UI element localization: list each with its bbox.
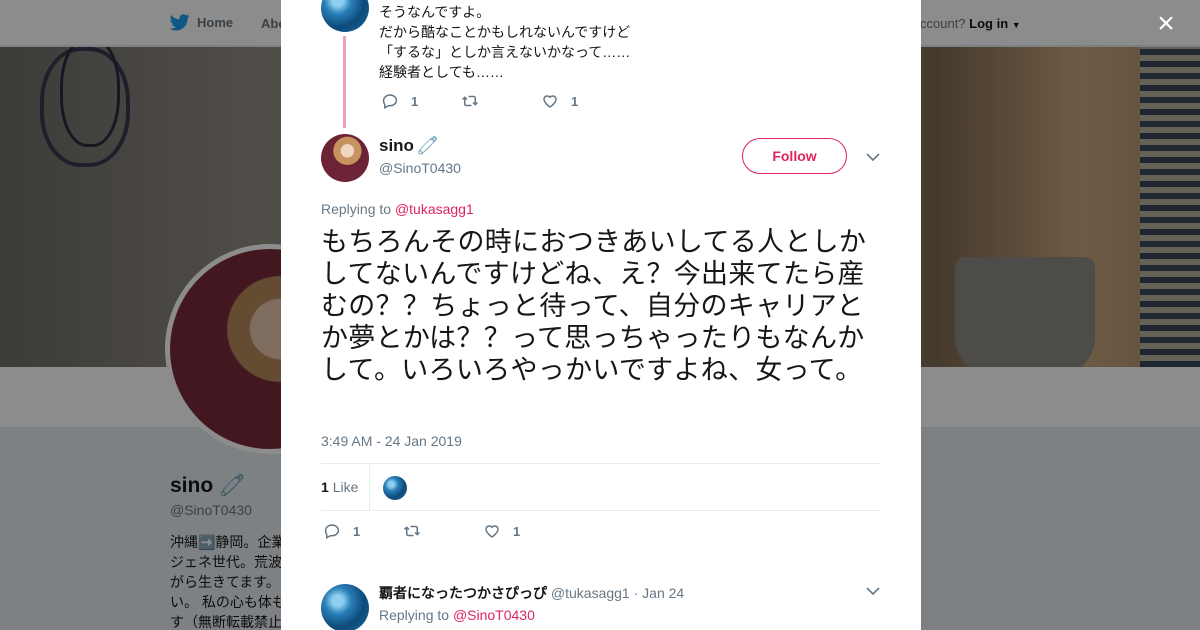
reply-count: 1 — [411, 93, 419, 109]
like-stat-label: Like — [332, 479, 359, 495]
previous-tweet-line: そうなんですよ。 — [379, 4, 491, 20]
tweet-text: もちろんその時におつきあいしてる人としかしてないんですけどね、え？今出来てたら産… — [321, 227, 867, 385]
chevron-down-icon[interactable] — [866, 152, 880, 162]
stats-divider — [369, 464, 370, 510]
tweet-timestamp[interactable]: 3:49 AM - 24 Jan 2019 — [321, 433, 462, 449]
reply-date[interactable]: · Jan 24 — [634, 585, 685, 601]
previous-tweet-line: 「するな」としか言えないかなって…… — [379, 44, 631, 60]
liker-avatar[interactable] — [383, 476, 407, 500]
previous-tweet-line: だから酷なことかもしれないんですけど — [379, 24, 631, 40]
heart-icon — [543, 95, 557, 108]
tweet-stats: 1 Like — [321, 463, 881, 511]
previous-tweet-line: 経験者としても…… — [379, 64, 504, 80]
thread-connector — [343, 36, 346, 128]
retweet-button[interactable] — [461, 92, 541, 110]
chevron-down-icon[interactable] — [866, 586, 880, 596]
replying-to-line: Replying to @tukasagg1 — [321, 201, 474, 217]
reply-author-name[interactable]: 覇者になったつかさぴっぴ — [379, 585, 547, 601]
reply-button[interactable]: 1 — [381, 92, 461, 110]
replying-to-prefix: Replying to — [379, 607, 450, 623]
replying-to-link[interactable]: @tukasagg1 — [395, 201, 474, 217]
like-stat-count: 1 — [321, 479, 329, 495]
reply-icon — [324, 524, 340, 540]
like-count: 1 — [513, 523, 521, 539]
like-count: 1 — [571, 93, 579, 109]
tweet-author-handle[interactable]: @SinoT0430 — [379, 160, 461, 176]
avatar[interactable] — [321, 584, 369, 630]
previous-tweet-text: そうなんですよ。 だから酷なことかもしれないんですけど 「するな」としか言えない… — [379, 2, 630, 82]
avatar[interactable] — [321, 134, 369, 182]
replying-to-link[interactable]: @SinoT0430 — [453, 607, 535, 623]
retweet-icon — [461, 95, 479, 107]
close-icon[interactable]: × — [1150, 8, 1182, 40]
main-tweet-actions: 1 1 — [323, 522, 563, 540]
reply-author-line: 覇者になったつかさぴっぴ @tukasagg1 · Jan 24 — [379, 583, 684, 603]
author-name-text: sino — [379, 136, 414, 155]
safety-pin-icon: 🧷 — [416, 136, 439, 155]
heart-icon — [485, 525, 499, 538]
avatar[interactable] — [321, 0, 369, 32]
replying-to-prefix: Replying to — [321, 201, 392, 217]
previous-tweet-actions: 1 1 — [381, 92, 621, 110]
like-button[interactable]: 1 — [483, 522, 563, 540]
reply-icon — [382, 94, 398, 110]
like-button[interactable]: 1 — [541, 92, 621, 110]
follow-button[interactable]: Follow — [742, 138, 847, 174]
retweet-icon — [403, 525, 421, 537]
tweet-modal: そうなんですよ。 だから酷なことかもしれないんですけど 「するな」としか言えない… — [281, 0, 921, 630]
tweet-author-name[interactable]: sino 🧷 — [379, 136, 438, 156]
reply-count: 1 — [353, 523, 361, 539]
replying-to-line: Replying to @SinoT0430 — [379, 607, 535, 623]
reply-button[interactable]: 1 — [323, 522, 403, 540]
retweet-button[interactable] — [403, 522, 483, 540]
like-stat[interactable]: 1 Like — [321, 479, 358, 495]
reply-author-handle[interactable]: @tukasagg1 — [551, 585, 630, 601]
